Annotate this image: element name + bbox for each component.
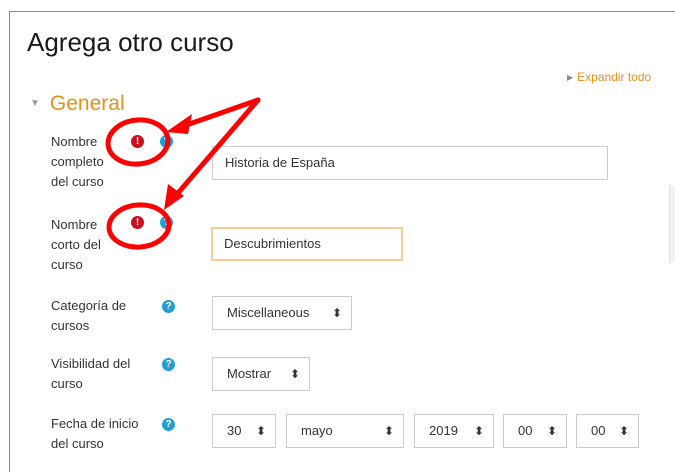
annotation-overlay bbox=[105, 97, 261, 250]
arrowhead-icon bbox=[166, 114, 192, 134]
annotation-circle-icon bbox=[105, 117, 171, 167]
annotation-circle-icon bbox=[106, 202, 172, 250]
